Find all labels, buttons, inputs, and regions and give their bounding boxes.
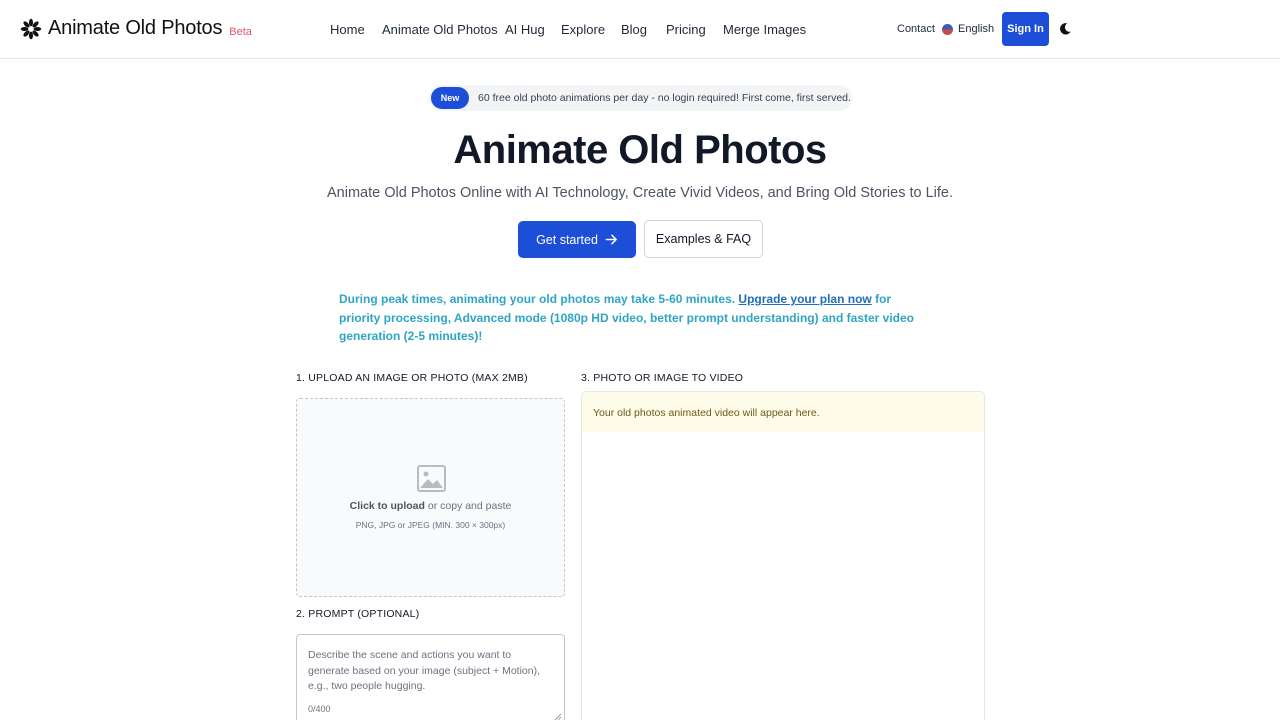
prompt-label: 2. PROMPT (OPTIONAL)	[296, 608, 420, 620]
prompt-placeholder: Describe the scene and actions you want …	[308, 649, 541, 692]
video-placeholder-banner: Your old photos animated video will appe…	[582, 392, 984, 432]
nav-merge-images[interactable]: Merge Images	[723, 22, 806, 37]
announcement-pill: New 60 free old photo animations per day…	[429, 85, 852, 111]
character-counter: 0/400	[308, 704, 331, 714]
upload-instruction: Click to upload or copy and paste	[297, 500, 564, 512]
nav-animate-old-photos[interactable]: Animate Old Photos	[382, 22, 498, 37]
video-label: 3. PHOTO OR IMAGE TO VIDEO	[581, 372, 744, 384]
nav-ai-hug[interactable]: AI Hug	[505, 22, 545, 37]
nav-home[interactable]: Home	[330, 22, 365, 37]
nav-explore[interactable]: Explore	[561, 22, 605, 37]
video-placeholder-text: Your old photos animated video will appe…	[593, 407, 820, 419]
us-flag-icon	[942, 23, 953, 35]
language-label: English	[958, 23, 995, 35]
upgrade-plan-link[interactable]: Upgrade your plan now	[738, 292, 871, 306]
peak-times-notice: During peak times, animating your old ph…	[339, 290, 929, 346]
video-output-panel: Your old photos animated video will appe…	[581, 391, 985, 720]
sign-in-button[interactable]: Sign In	[1002, 12, 1049, 46]
nav-pricing[interactable]: Pricing	[666, 22, 706, 37]
announcement-text: 60 free old photo animations per day - n…	[478, 92, 851, 104]
click-to-upload-text: Click to upload	[349, 500, 425, 512]
get-started-button[interactable]: Get started	[518, 221, 636, 258]
resize-grip-icon[interactable]	[554, 713, 562, 720]
beta-badge: Beta	[229, 26, 252, 38]
logo[interactable]: Animate Old Photos Beta	[20, 17, 252, 40]
page-subtitle: Animate Old Photos Online with AI Techno…	[327, 185, 953, 201]
paste-text: or copy and paste	[424, 500, 512, 512]
language-selector[interactable]: English	[942, 23, 994, 35]
logo-text: Animate Old Photos	[48, 17, 223, 39]
top-header: Animate Old Photos Beta Home Animate Old…	[0, 0, 1280, 59]
image-placeholder-icon	[417, 465, 446, 492]
new-badge: New	[431, 87, 469, 109]
notice-text-before: During peak times, animating your old ph…	[339, 292, 739, 306]
pinwheel-logo-icon	[20, 18, 42, 39]
contact-link[interactable]: Contact	[897, 23, 935, 35]
examples-faq-button[interactable]: Examples & FAQ	[644, 220, 763, 258]
moon-icon[interactable]	[1058, 22, 1072, 36]
prompt-textarea[interactable]: Describe the scene and actions you want …	[296, 634, 565, 720]
get-started-label: Get started	[536, 232, 598, 247]
image-upload-dropzone[interactable]: Click to upload or copy and paste PNG, J…	[296, 398, 565, 597]
upload-format-hint: PNG, JPG or JPEG (MIN. 300 × 300px)	[355, 520, 506, 530]
upload-label: 1. UPLOAD AN IMAGE OR PHOTO (MAX 2MB)	[296, 372, 528, 384]
nav-blog[interactable]: Blog	[621, 22, 647, 37]
arrow-right-icon	[605, 234, 617, 245]
page-title: Animate Old Photos	[453, 128, 827, 172]
